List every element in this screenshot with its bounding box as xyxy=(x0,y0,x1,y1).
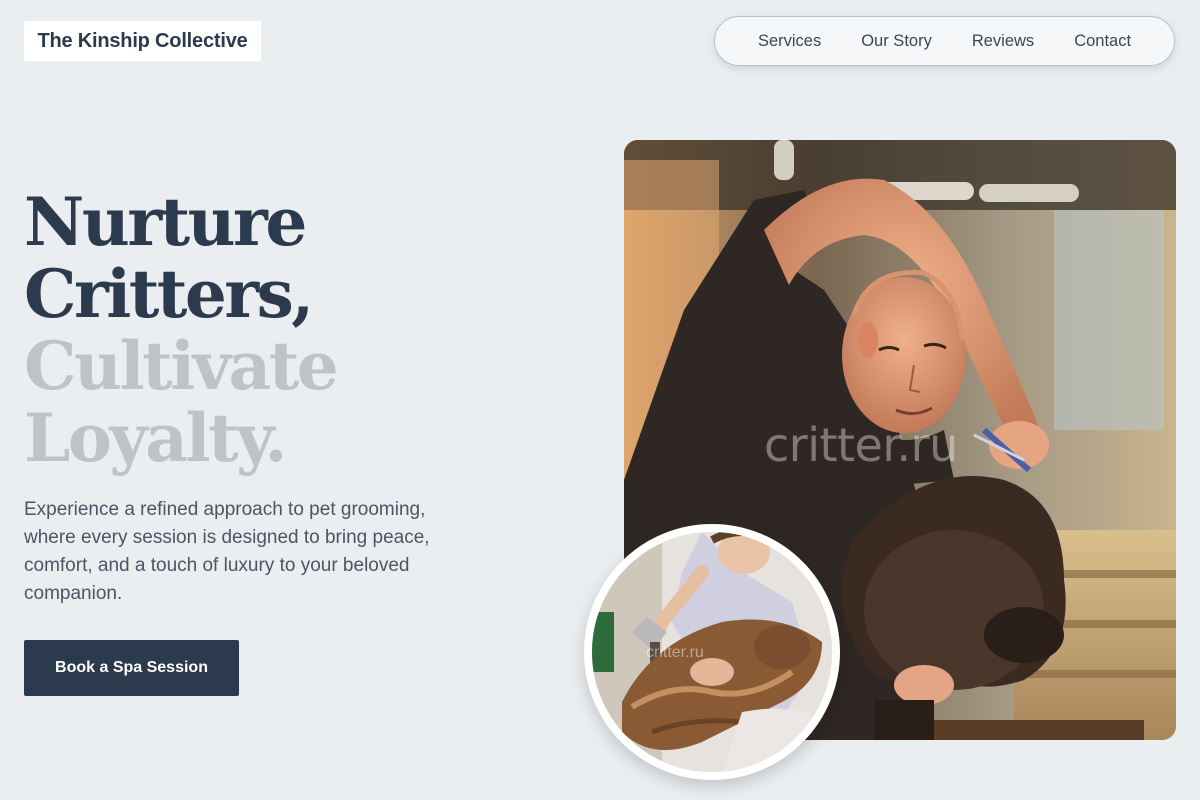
nav-link-our-story[interactable]: Our Story xyxy=(861,32,932,51)
main-nav: Services Our Story Reviews Contact xyxy=(714,16,1175,66)
nav-link-contact[interactable]: Contact xyxy=(1074,32,1131,51)
nav-link-reviews[interactable]: Reviews xyxy=(972,32,1034,51)
nav-link-services[interactable]: Services xyxy=(758,32,821,51)
hero-intro-text: Experience a refined approach to pet gro… xyxy=(24,499,430,604)
headline-line-3: Cultivate xyxy=(24,327,339,405)
inset-photo-illustration xyxy=(592,532,832,772)
headline-line-2: Critters, xyxy=(24,255,314,333)
hero-photo-watermark: critter.ru xyxy=(764,418,958,472)
headline-line-1: Nurture xyxy=(24,183,307,261)
brand-logo[interactable]: The Kinship Collective xyxy=(24,21,261,61)
groomer-inset-photo: critter.ru xyxy=(584,524,840,780)
hero-headline: Nurture Critters, Cultivate Loyalty. xyxy=(24,183,339,477)
book-spa-session-button[interactable]: Book a Spa Session xyxy=(24,640,239,696)
inset-photo-watermark: critter.ru xyxy=(646,644,704,661)
headline-line-4: Loyalty. xyxy=(24,399,287,477)
